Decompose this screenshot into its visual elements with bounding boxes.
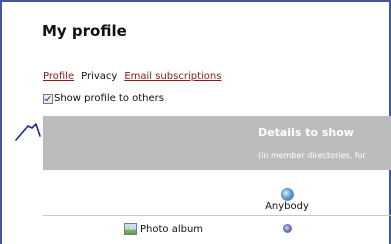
row-photo-album-label: Photo album bbox=[140, 223, 204, 235]
tab-profile[interactable]: Profile bbox=[43, 71, 74, 82]
photo-album-icon bbox=[124, 223, 137, 235]
page-title: My profile bbox=[42, 22, 127, 40]
row-photo-album: Photo album bbox=[124, 223, 203, 235]
tab-privacy[interactable]: Privacy bbox=[81, 71, 117, 82]
details-header: Details to show (in member directories, … bbox=[43, 116, 391, 170]
column-anybody-label: Anybody bbox=[265, 201, 309, 212]
tab-email-subscriptions[interactable]: Email subscriptions bbox=[124, 71, 221, 82]
row-divider bbox=[43, 215, 391, 216]
show-profile-label[interactable]: Show profile to others bbox=[54, 93, 164, 104]
details-title: Details to show bbox=[258, 126, 354, 139]
globe-icon bbox=[280, 188, 294, 201]
column-anybody: Anybody bbox=[250, 188, 324, 212]
profile-tabs: Profile Privacy Email subscriptions bbox=[43, 71, 221, 82]
radio-photo-album-anybody[interactable] bbox=[283, 224, 292, 233]
details-subtitle: (in member directories, for bbox=[258, 151, 366, 160]
show-profile-checkbox[interactable] bbox=[43, 93, 53, 104]
show-profile-option: Show profile to others bbox=[43, 93, 164, 104]
